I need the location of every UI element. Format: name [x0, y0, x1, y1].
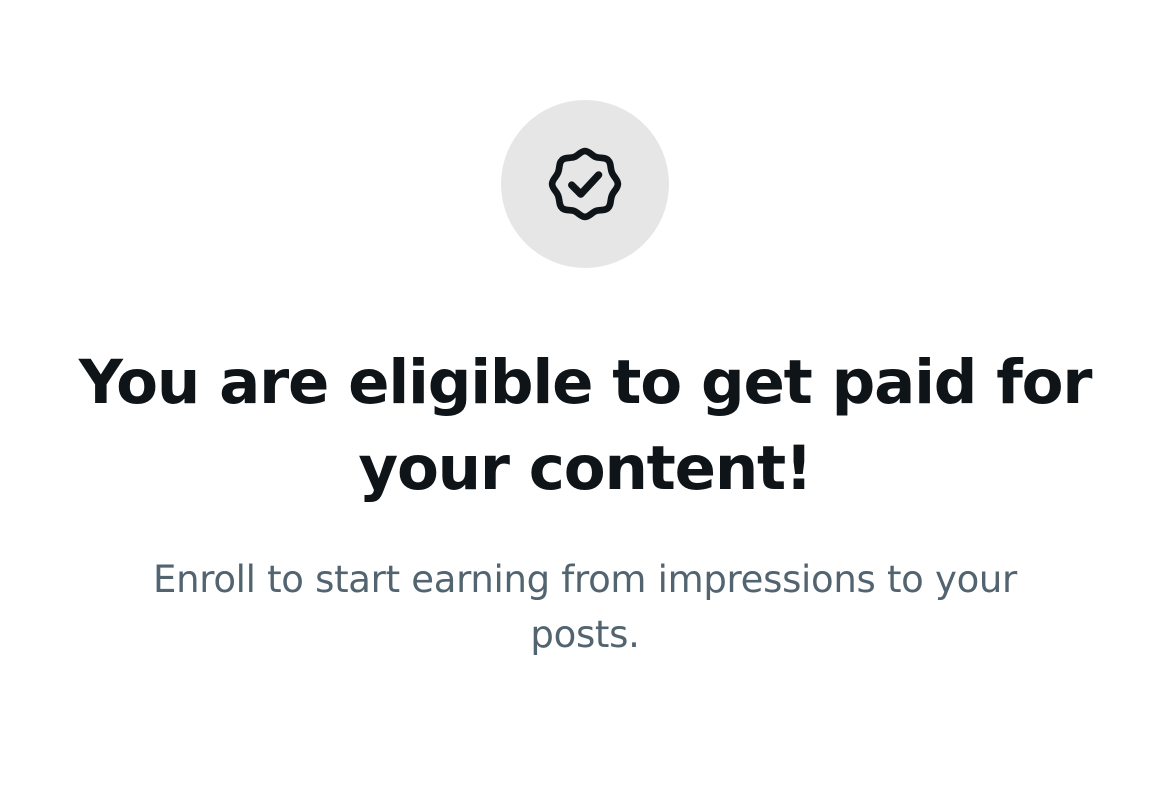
badge-circle: [501, 100, 669, 268]
monetization-eligibility-screen: You are eligible to get paid for your co…: [0, 0, 1170, 798]
enroll-description: Enroll to start earning from impressions…: [153, 558, 1017, 656]
eligibility-headline: You are eligible to get paid for your co…: [78, 347, 1093, 504]
verified-badge-check-icon: [548, 147, 622, 221]
